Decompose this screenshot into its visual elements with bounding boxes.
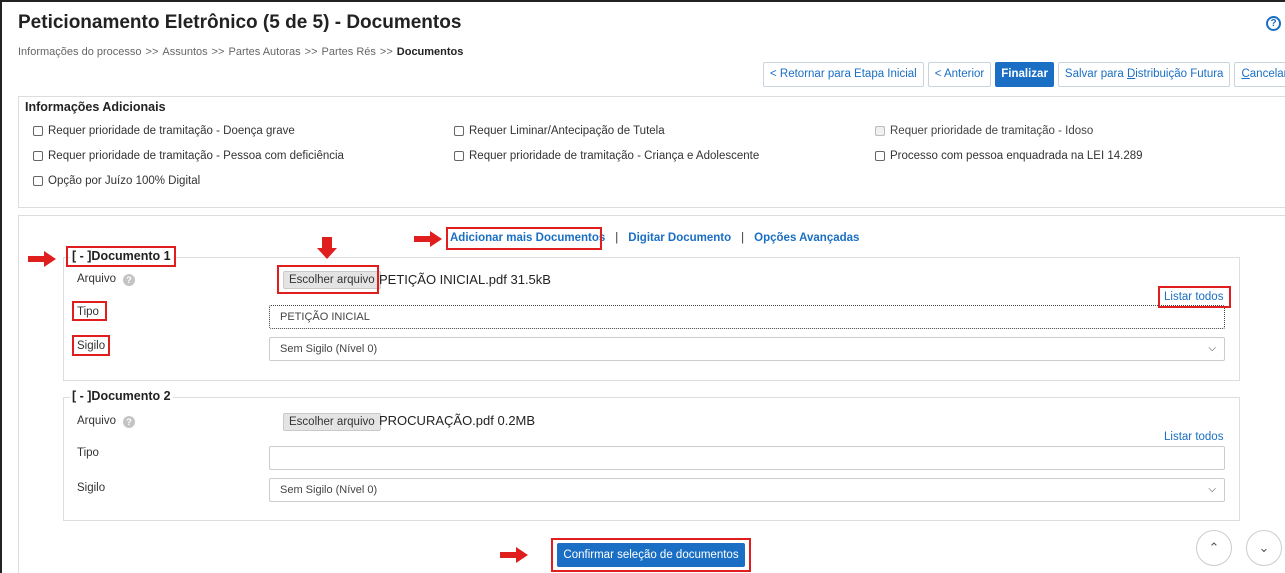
additional-info-legend: Informações Adicionais — [25, 100, 166, 114]
save-future-button[interactable]: Salvar para Distribuição Futura — [1057, 62, 1231, 87]
breadcrumb-item[interactable]: Partes Rés — [322, 46, 376, 58]
red-arrow-right-icon — [28, 251, 56, 267]
red-arrow-right-icon — [500, 547, 528, 563]
previous-button[interactable]: < Anterior — [927, 62, 992, 87]
cancel-button[interactable]: Cancelar — [1234, 62, 1285, 87]
checkbox-box[interactable] — [33, 126, 43, 136]
checkbox-box[interactable] — [875, 151, 885, 161]
checkbox-injunction[interactable]: Requer Liminar/Antecipação de Tutela — [454, 125, 665, 137]
checkbox-disability[interactable]: Requer prioridade de tramitação - Pessoa… — [33, 150, 344, 162]
highlight-list-all — [1158, 286, 1231, 308]
red-arrow-right-icon — [414, 231, 442, 247]
secrecy-label: Sigilo — [77, 482, 106, 494]
additional-info-panel: Informações Adicionais Requer prioridade… — [18, 96, 1285, 208]
checkbox-serious-illness[interactable]: Requer prioridade de tramitação - Doença… — [33, 125, 295, 137]
checkbox-digital-court[interactable]: Opção por Juízo 100% Digital — [33, 175, 200, 187]
breadcrumb-item[interactable]: Partes Autoras — [228, 46, 300, 58]
checkbox-box[interactable] — [33, 151, 43, 161]
type-input[interactable]: PETIÇÃO INICIAL — [269, 305, 1225, 329]
file-name: PROCURAÇÃO.pdf 0.2MB — [379, 413, 536, 428]
breadcrumb-current: Documentos — [396, 46, 464, 58]
top-actions: < Retornar para Etapa Inicial < Anterior… — [763, 62, 1285, 87]
chevron-down-icon: ⌄ — [1258, 540, 1270, 555]
red-arrow-down-icon — [317, 237, 337, 259]
highlight-secrecy — [72, 335, 110, 356]
scroll-up-button[interactable]: ⌃ — [1196, 530, 1232, 566]
help-question-icon[interactable]: ? — [123, 274, 135, 286]
secrecy-select[interactable]: Sem Sigilo (Nível 0) ⌵ — [269, 337, 1225, 361]
highlight-document-1 — [66, 246, 176, 267]
list-all-link[interactable]: Listar todos — [1164, 431, 1223, 443]
chevron-up-icon: ⌃ — [1208, 540, 1220, 555]
return-initial-button[interactable]: < Retornar para Etapa Inicial — [763, 62, 924, 87]
help-icon[interactable]: ? — [1266, 16, 1281, 31]
breadcrumb-item[interactable]: Assuntos — [162, 46, 207, 58]
breadcrumb-item[interactable]: Informações do processo — [18, 46, 142, 58]
type-label: Tipo — [77, 447, 99, 459]
highlight-confirm — [551, 538, 751, 572]
page-title: Peticionamento Eletrônico (5 de 5) - Doc… — [18, 12, 462, 33]
document-2-legend[interactable]: [ - ]Documento 2 — [70, 389, 173, 403]
advanced-options-link[interactable]: Opções Avançadas — [754, 232, 859, 244]
secrecy-select[interactable]: Sem Sigilo (Nível 0) ⌵ — [269, 478, 1225, 502]
chevron-down-icon: ⌵ — [1208, 484, 1216, 495]
checkbox-box[interactable] — [454, 151, 464, 161]
choose-file-button[interactable]: Escolher arquivo — [283, 413, 381, 431]
help-question-icon[interactable]: ? — [123, 416, 135, 428]
scroll-down-button[interactable]: ⌄ — [1246, 530, 1282, 566]
highlight-add-more — [446, 227, 602, 250]
checkbox-elderly: Requer prioridade de tramitação - Idoso — [875, 125, 1093, 137]
checkbox-box — [875, 126, 885, 136]
file-name: PETIÇÃO INICIAL.pdf 31.5kB — [379, 272, 551, 287]
checkbox-box[interactable] — [33, 176, 43, 186]
type-input[interactable] — [269, 446, 1225, 470]
file-label: Arquivo? — [77, 273, 135, 286]
finish-button[interactable]: Finalizar — [995, 62, 1054, 87]
breadcrumb: Informações do processo >> Assuntos >> Parte… — [18, 46, 464, 58]
checkbox-box[interactable] — [454, 126, 464, 136]
checkbox-law-14289[interactable]: Processo com pessoa enquadrada na LEI 14… — [875, 150, 1143, 162]
highlight-choose-file — [277, 265, 379, 294]
file-label: Arquivo? — [77, 415, 135, 428]
type-document-link[interactable]: Digitar Documento — [628, 232, 731, 244]
highlight-type — [72, 301, 107, 321]
checkbox-child[interactable]: Requer prioridade de tramitação - Crianç… — [454, 150, 759, 162]
chevron-down-icon: ⌵ — [1208, 343, 1216, 354]
